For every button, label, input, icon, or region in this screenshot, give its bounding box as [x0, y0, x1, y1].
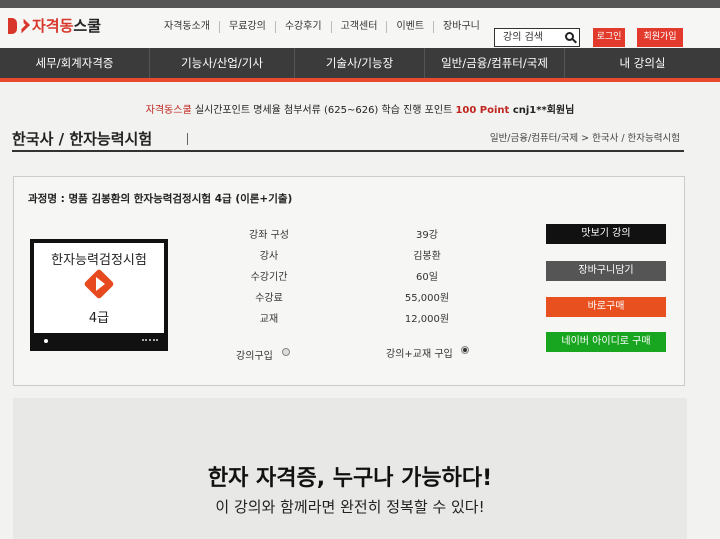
buy-now-button[interactable]: 바로구매: [546, 297, 666, 317]
info-label-period: 수강기간: [250, 272, 288, 283]
title-rule: [12, 150, 684, 152]
search-input[interactable]: 강의 검색: [494, 28, 580, 47]
signup-button[interactable]: 회원가입: [637, 28, 683, 47]
top-nav-about[interactable]: 자격동소개: [155, 21, 220, 33]
info-value-fee: 55,000원: [404, 293, 450, 304]
title-divider: [187, 133, 188, 145]
nav-accent-line: [0, 78, 720, 82]
login-button[interactable]: 로그인: [593, 28, 625, 47]
course-thumbnail[interactable]: 한자능력검정시험 4급: [30, 239, 168, 351]
top-nav-free-lectures[interactable]: 무료강의: [220, 21, 276, 33]
naver-purchase-button[interactable]: 네이버 아이디로 구매: [546, 332, 666, 352]
thumbnail-title: 한자능력검정시험: [51, 253, 147, 268]
promo-headline: 한자 자격증, 누구나 가능하다!: [207, 466, 493, 491]
player-controls-icon: [142, 339, 158, 343]
info-label-fee: 수강료: [255, 293, 283, 304]
course-name: 과정명 : 명품 김봉환의 한자능력검정시험 4급 (이론+기출): [28, 193, 293, 205]
info-value-instructor: 김봉환: [413, 251, 441, 262]
search-placeholder: 강의 검색: [503, 32, 543, 43]
main-nav-my-classroom[interactable]: 내 강의실: [565, 48, 720, 78]
info-label-instructor: 강사: [259, 251, 279, 262]
option-lecture-radio[interactable]: [282, 348, 290, 356]
top-nav-customer-center[interactable]: 고객센터: [332, 21, 388, 33]
notice-points: 100 Point: [455, 105, 510, 116]
thumbnail-grade: 4급: [88, 311, 110, 326]
course-card: 과정명 : 명품 김봉환의 한자능력검정시험 4급 (이론+기출) 한자능력검정…: [13, 176, 685, 386]
top-strip: [0, 0, 720, 8]
option-lecture-label: 강의구입: [236, 351, 273, 362]
site-header: 자격동스쿨 자격동소개 무료강의 수강후기 고객센터 이벤트 장바구니 강의 검…: [0, 8, 720, 48]
info-value-composition: 39강: [416, 230, 438, 241]
option-lecture-book-radio[interactable]: [461, 346, 469, 354]
main-nav-general[interactable]: 일반/금융/컴퓨터/국제: [425, 48, 565, 78]
promo-banner: 한자 자격증, 누구나 가능하다! 이 강의와 함께라면 완전히 정복할 수 있…: [13, 398, 687, 539]
promo-subtitle: 이 강의와 함께라면 완전히 정복할 수 있다!: [215, 498, 485, 516]
logo-icon: [8, 17, 30, 34]
logo-suffix: 스쿨: [73, 17, 102, 35]
top-nav: 자격동소개 무료강의 수강후기 고객센터 이벤트 장바구니: [155, 21, 489, 33]
preview-lecture-button[interactable]: 맛보기 강의: [546, 224, 666, 244]
notice-user: cnj1**회원님: [509, 105, 575, 116]
main-nav: 세무/회계자격증 기능사/산업/기사 기술사/기능장 일반/금융/컴퓨터/국제 …: [0, 48, 720, 78]
site-logo[interactable]: 자격동스쿨: [8, 15, 101, 36]
main-nav-tax-accounting[interactable]: 세무/회계자격증: [0, 48, 150, 78]
play-triangle: [96, 277, 105, 291]
option-lecture-book-label: 강의+교재 구입: [386, 349, 453, 360]
notice-text: 실시간포인트 명세율 첨부서류 (625~626) 학습 진행 포인트: [191, 105, 456, 116]
point-notice: 자격동스쿨 실시간포인트 명세율 첨부서류 (625~626) 학습 진행 포인…: [0, 101, 720, 116]
page-title: 한국사 / 한자능력시험: [12, 130, 153, 148]
search-icon[interactable]: [565, 32, 574, 41]
info-value-period: 60일: [416, 272, 438, 283]
main-nav-engineer[interactable]: 기술사/기능장: [295, 48, 425, 78]
main-nav-technician[interactable]: 기능사/산업/기사: [150, 48, 295, 78]
top-nav-cart[interactable]: 장바구니: [434, 21, 489, 33]
add-to-cart-button[interactable]: 장바구니담기: [546, 261, 666, 281]
info-label-textbook: 교재: [259, 314, 279, 325]
progress-dot-icon: [44, 339, 48, 343]
top-nav-events[interactable]: 이벤트: [387, 21, 435, 33]
breadcrumb[interactable]: 일반/금융/컴퓨터/국제 > 한국사 / 한자능력시험: [490, 130, 680, 144]
logo-brand: 자격동: [32, 17, 74, 35]
info-value-textbook: 12,000원: [404, 314, 450, 325]
info-label-composition: 강좌 구성: [249, 230, 289, 241]
top-nav-reviews[interactable]: 수강후기: [276, 21, 332, 33]
notice-brand: 자격동스쿨: [145, 105, 192, 116]
